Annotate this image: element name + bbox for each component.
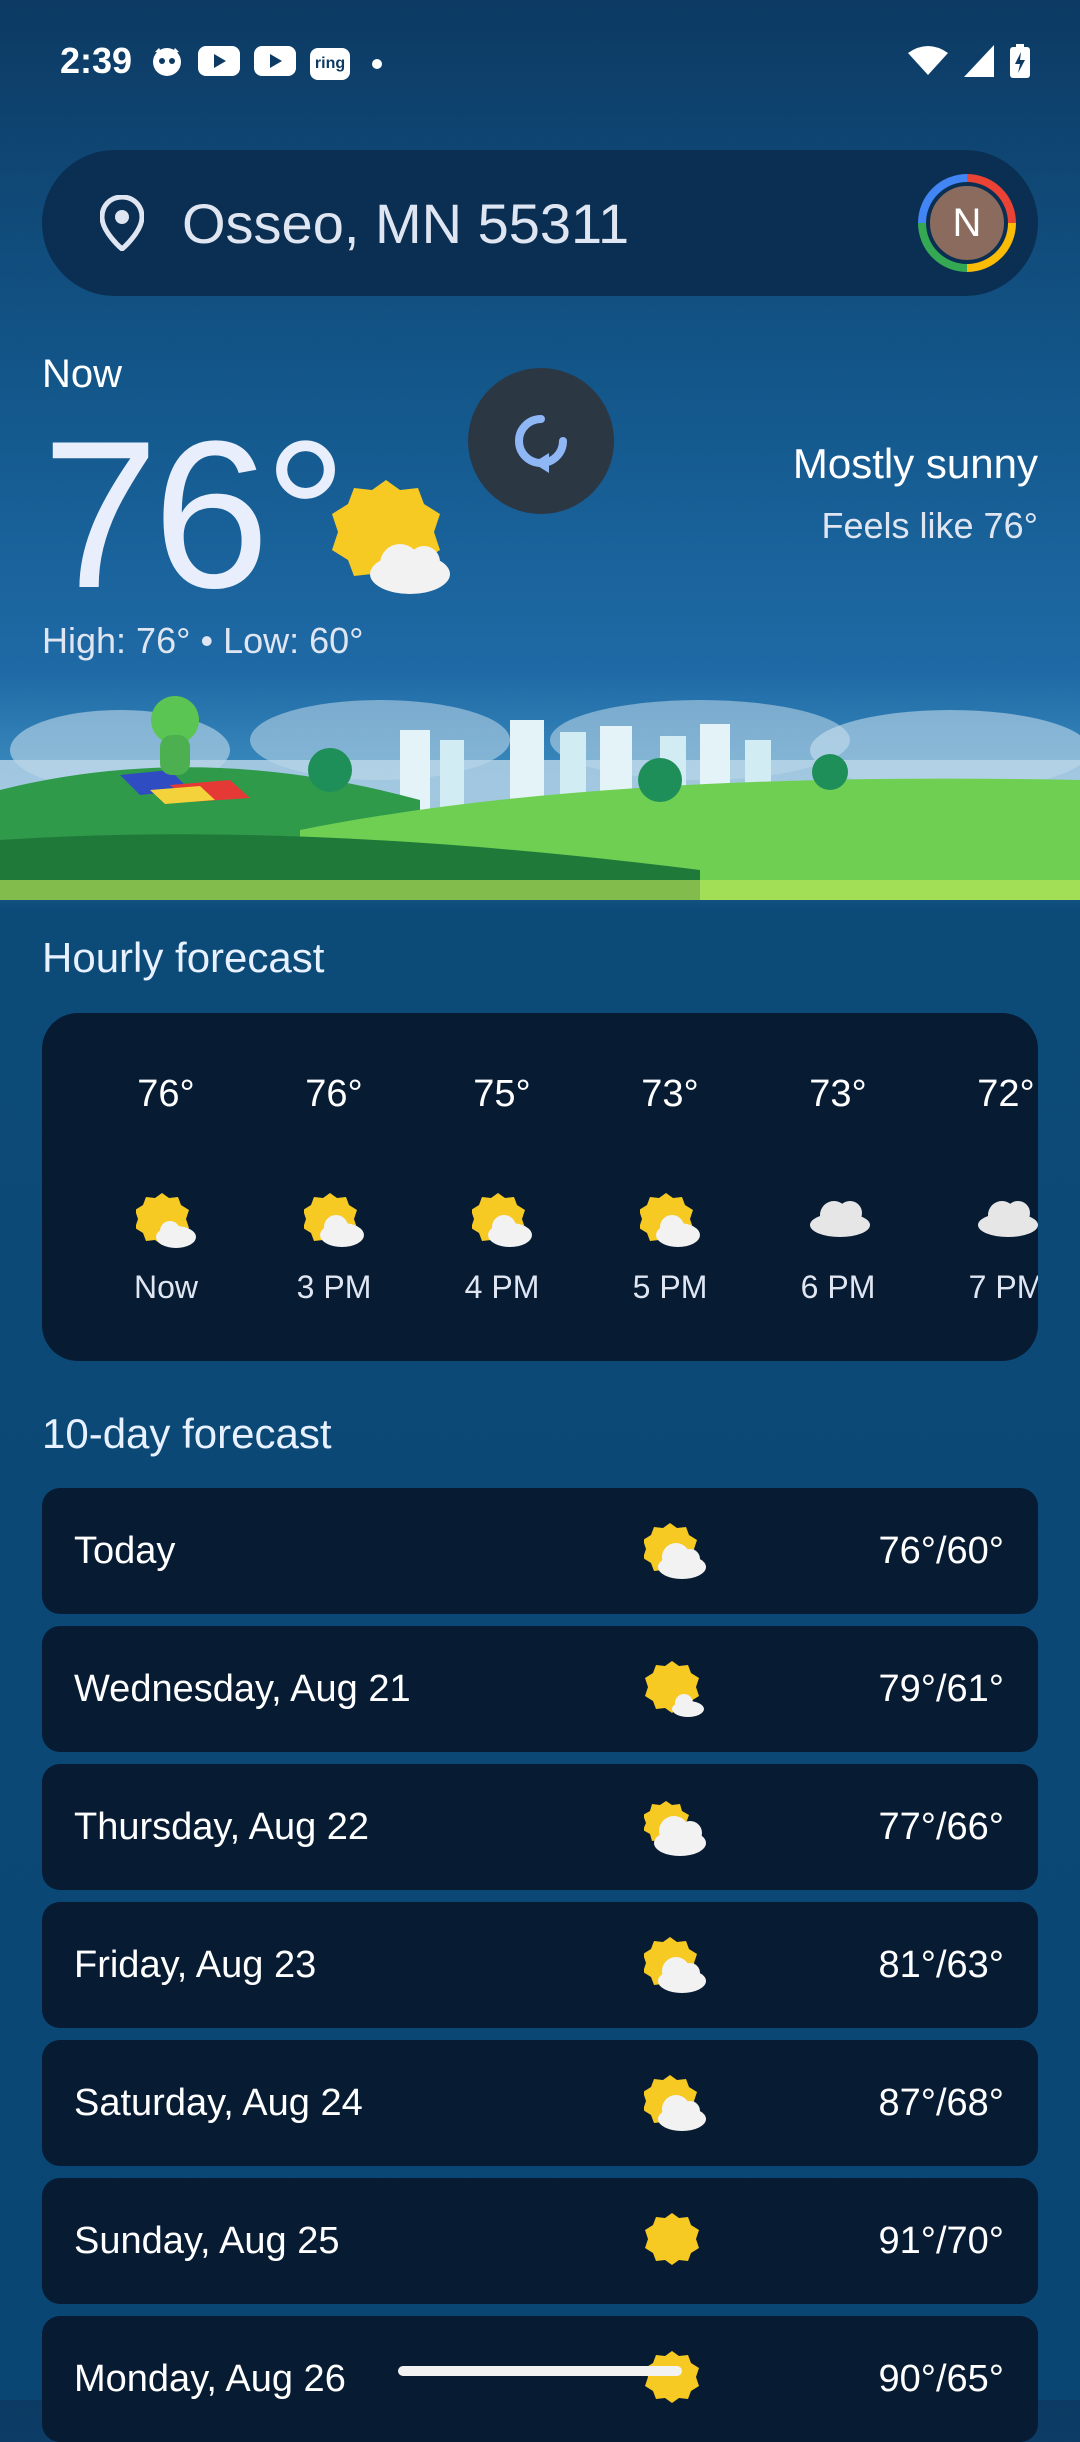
- partly-cloudy-icon: [643, 2073, 706, 2138]
- dot-icon: [372, 58, 382, 69]
- day-temps: 77°/66°: [878, 1805, 1005, 1848]
- day-temps: 76°/60°: [878, 1529, 1005, 1572]
- refresh-icon: [515, 415, 567, 473]
- mostly-sunny-icon: [644, 1659, 706, 1724]
- feels-like-text: Feels like 76°: [821, 505, 1039, 546]
- day-temps: 81°/63°: [878, 1943, 1005, 1986]
- account-avatar[interactable]: N: [918, 174, 1016, 272]
- daily-row[interactable]: Sunday, Aug 25 91°/70°: [42, 2178, 1038, 2304]
- hourly-temp: 73°: [809, 1073, 867, 1115]
- hourly-time: Now: [133, 1269, 198, 1305]
- daily-row[interactable]: Saturday, Aug 24 87°/68°: [42, 2040, 1038, 2166]
- day-name: Friday, Aug 23: [74, 1943, 317, 1986]
- battery-charging-icon: [1010, 44, 1030, 78]
- hourly-forecast-card[interactable]: 76° Now 76° 3 PM 75° 4 PM 73° 5 PM 73° 6…: [42, 1013, 1038, 1361]
- cloud-icon: [976, 1193, 1038, 1242]
- condition-text: Mostly sunny: [792, 440, 1038, 487]
- day-name: Thursday, Aug 22: [74, 1805, 370, 1848]
- partly-cloudy-icon: [643, 1797, 706, 1862]
- hourly-time: 6 PM: [800, 1269, 876, 1305]
- day-name: Wednesday, Aug 21: [74, 1667, 411, 1710]
- hourly-time: 5 PM: [632, 1269, 708, 1305]
- cat-icon: [150, 44, 184, 83]
- day-name: Monday, Aug 26: [74, 2357, 346, 2400]
- ring-icon-label: ring: [314, 54, 346, 72]
- weather-illustration: [0, 680, 1080, 900]
- partly-cloudy-icon: [643, 1521, 706, 1586]
- daily-row[interactable]: Monday, Aug 26 90°/65°: [42, 2316, 1038, 2442]
- daily-row[interactable]: Thursday, Aug 22 77°/66°: [42, 1764, 1038, 1890]
- signal-icon: [964, 45, 994, 77]
- partly-sunny-icon: [471, 1193, 532, 1254]
- daily-forecast-title: 10-day forecast: [42, 1410, 332, 1457]
- high-low-temps: High: 76° • Low: 60°: [42, 620, 364, 661]
- current-temperature: 76°: [42, 397, 348, 632]
- wifi-icon: [908, 46, 948, 75]
- day-temps: 87°/68°: [878, 2081, 1005, 2124]
- day-name: Today: [74, 1529, 176, 1572]
- hourly-temp: 72°: [977, 1073, 1035, 1115]
- location-text: Osseo, MN 55311: [182, 191, 630, 255]
- day-name: Saturday, Aug 24: [74, 2081, 363, 2124]
- ring-icon: ring: [310, 47, 350, 80]
- day-temps: 90°/65°: [878, 2357, 1005, 2400]
- status-time: 2:39: [60, 40, 133, 81]
- hourly-temp: 75°: [473, 1073, 531, 1115]
- day-name: Sunday, Aug 25: [74, 2219, 340, 2262]
- hourly-temp: 76°: [137, 1073, 195, 1115]
- sunny-icon: [644, 2349, 706, 2414]
- youtube-icon: [254, 46, 296, 81]
- partly-sunny-icon: [639, 1193, 700, 1254]
- hourly-time: 7 PM: [968, 1269, 1038, 1305]
- system-icons: [908, 44, 1030, 78]
- daily-row[interactable]: Friday, Aug 23 81°/63°: [42, 1902, 1038, 2028]
- daily-row[interactable]: Wednesday, Aug 21 79°/61°: [42, 1626, 1038, 1752]
- day-temps: 79°/61°: [878, 1667, 1005, 1710]
- sunny-icon: [644, 2211, 706, 2276]
- location-pin-icon: [92, 195, 152, 251]
- hourly-temp: 76°: [305, 1073, 363, 1115]
- hourly-time: 3 PM: [296, 1269, 372, 1305]
- notification-icons: ring: [150, 44, 382, 83]
- partly-sunny-icon: [135, 1193, 196, 1254]
- avatar-letter: N: [926, 182, 1008, 264]
- refresh-button[interactable]: [468, 368, 614, 514]
- gesture-nav-bar[interactable]: [398, 2366, 682, 2376]
- location-search-bar[interactable]: Osseo, MN 55311 N: [42, 150, 1038, 296]
- day-temps: 91°/70°: [878, 2219, 1005, 2262]
- hourly-forecast-title: Hourly forecast: [42, 934, 325, 981]
- partly-cloudy-icon: [643, 1935, 706, 2000]
- now-label: Now: [42, 352, 123, 396]
- daily-row[interactable]: Today 76°/60°: [42, 1488, 1038, 1614]
- status-bar: 2:39 ring: [0, 0, 1080, 130]
- hourly-time: 4 PM: [464, 1269, 540, 1305]
- cloud-icon: [808, 1193, 872, 1242]
- partly-sunny-icon: [303, 1193, 364, 1254]
- partly-sunny-icon: [330, 480, 454, 601]
- youtube-icon: [198, 46, 240, 81]
- hourly-temp: 73°: [641, 1073, 699, 1115]
